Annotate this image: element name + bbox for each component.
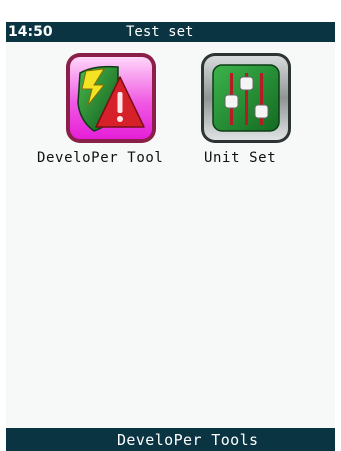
developer-tool-icon [66, 53, 156, 143]
bottom-bar-label: DeveloPer Tools [117, 431, 259, 449]
screen-title: Test set [126, 24, 194, 40]
clock: 14:50 [8, 24, 53, 40]
device-screen: 14:50 Test set DeveloPer Tool Unit Set D… [6, 22, 335, 451]
unit-set-sliders-icon [201, 53, 291, 143]
bottom-bar: DeveloPer Tools [6, 428, 335, 451]
app-label-unit-set: Unit Set [204, 150, 277, 166]
status-bar: 14:50 Test set [6, 22, 335, 42]
app-label-developer-tool: DeveloPer Tool [37, 150, 164, 166]
app-unit-set[interactable]: Unit Set [166, 51, 291, 181]
app-developer-tool[interactable]: DeveloPer Tool [34, 51, 163, 181]
